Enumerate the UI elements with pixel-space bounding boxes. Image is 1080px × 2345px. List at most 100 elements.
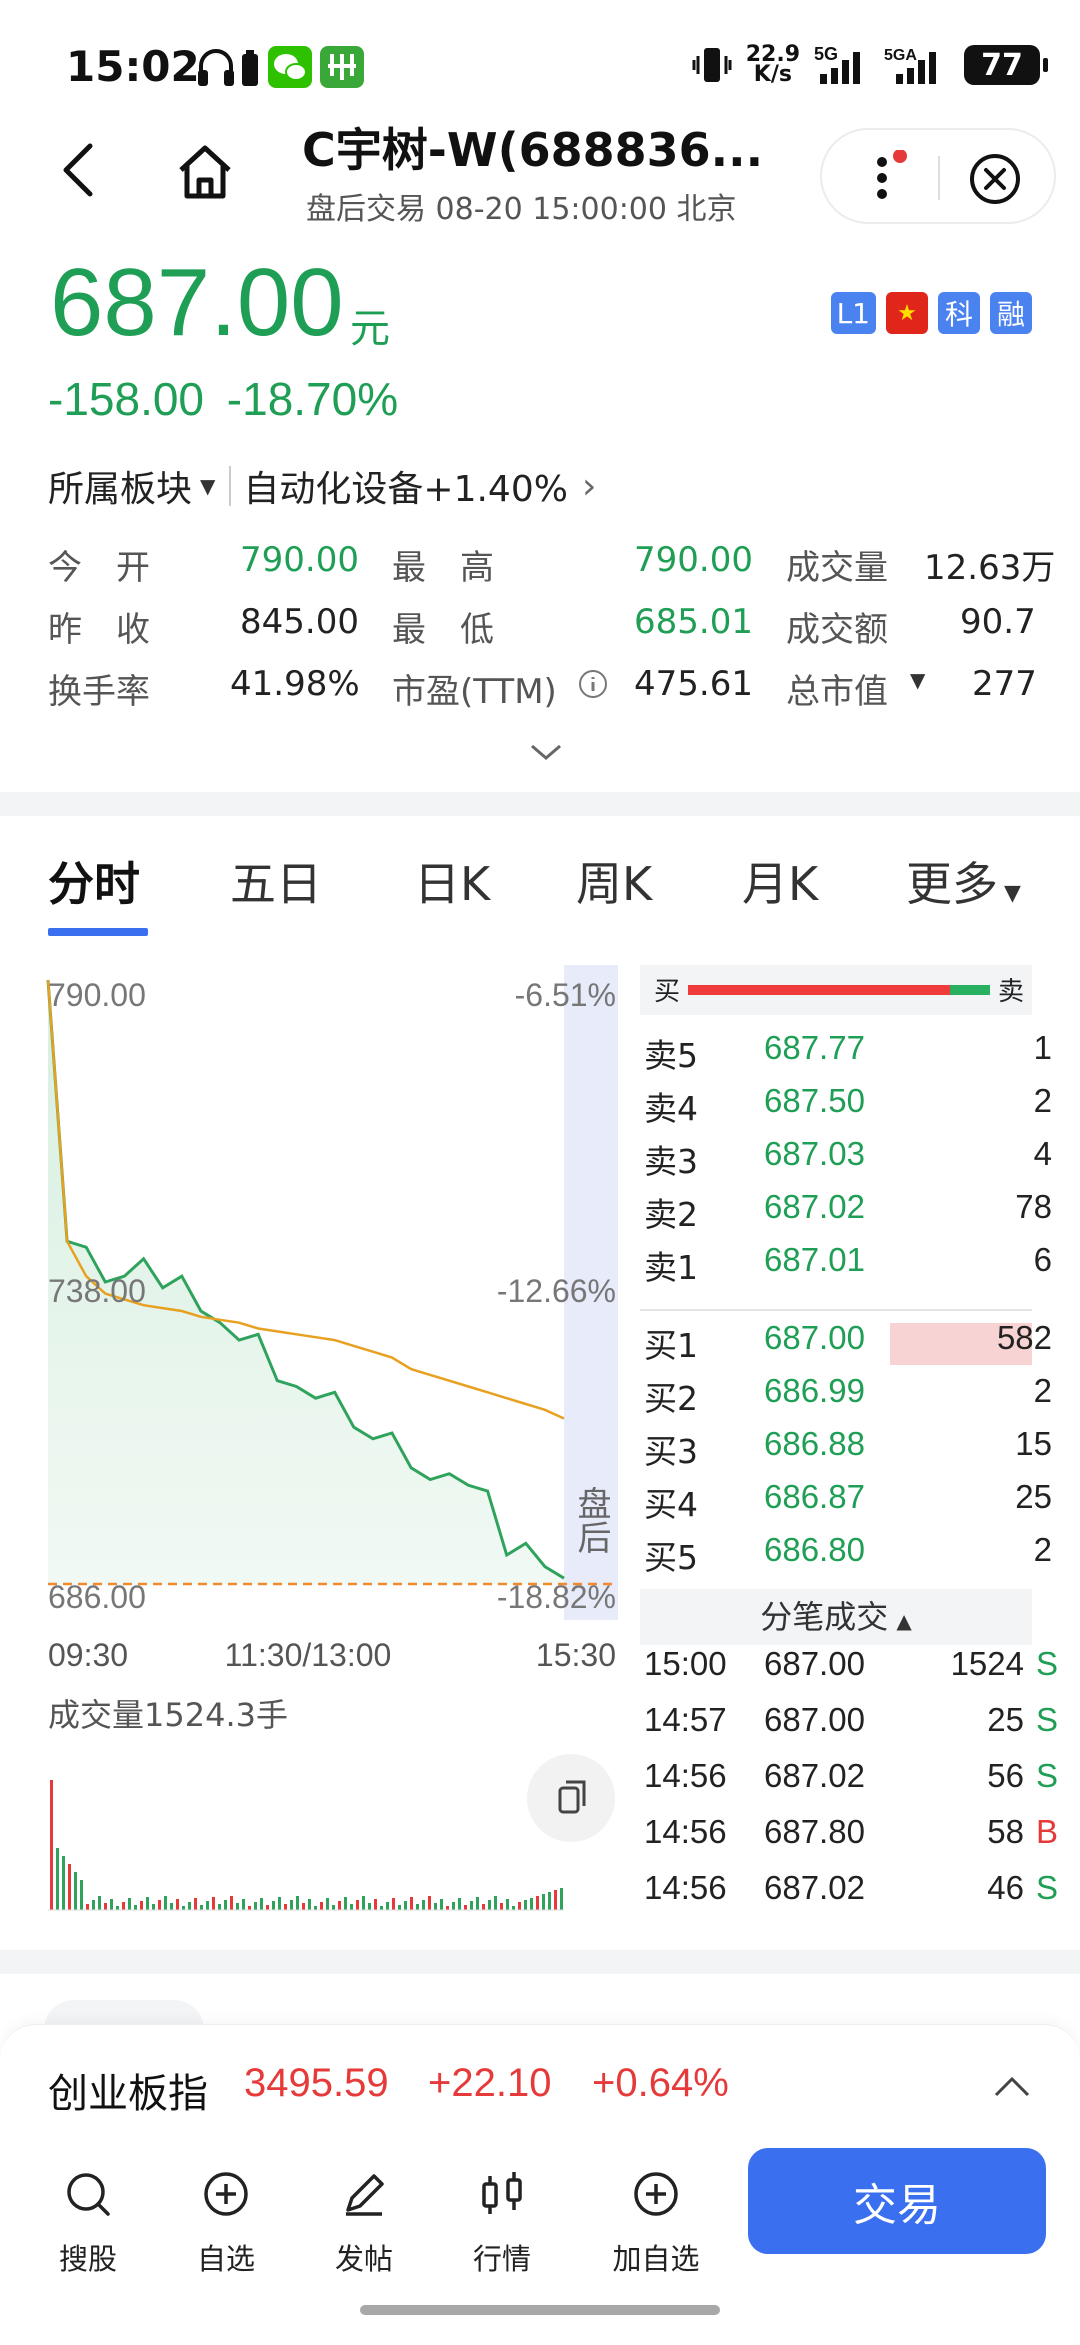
bid-label: 买5 — [644, 1538, 698, 1577]
bid-volume: 2 — [1033, 1372, 1052, 1409]
nav-watchlist[interactable]: 自选 — [166, 2144, 286, 2294]
stats-row-3: 换手率 41.98% 市盈(TTM) 475.61 总市值 ▼ 277 — [48, 664, 1048, 714]
volume-bar — [92, 1900, 95, 1910]
volume-bar — [422, 1900, 425, 1910]
volume-bar — [494, 1896, 497, 1910]
bid-volume: 2 — [1033, 1531, 1052, 1568]
tick-time: 14:56 — [644, 1813, 727, 1850]
amount-value: 90.7 — [960, 602, 1036, 642]
volume-bar — [224, 1900, 227, 1910]
ask-label: 卖5 — [644, 1036, 698, 1075]
add-circle-icon — [634, 2172, 678, 2216]
tab-daily-k[interactable]: 日K — [414, 848, 490, 914]
home-icon[interactable] — [175, 142, 235, 202]
sector-label[interactable]: 所属板块 — [48, 460, 192, 512]
bid-price: 686.88 — [764, 1425, 865, 1462]
volume-bar — [560, 1888, 563, 1910]
x-tick-mid: 11:30/13:00 — [225, 1637, 392, 1673]
expand-chevron-icon[interactable] — [528, 740, 564, 764]
nav-market-label: 行情 — [472, 2242, 531, 2276]
net-speed: 22.9 K/s — [745, 42, 800, 87]
trade-button[interactable]: 交易 — [748, 2148, 1046, 2254]
star-market-badge[interactable]: 科 — [938, 292, 980, 334]
ask-row: 卖4 687.50 2 — [640, 1082, 1060, 1134]
volume-label: 成交量1524.3手 — [48, 1696, 288, 1734]
signal-icon-2: 5GA — [884, 47, 936, 84]
back-icon[interactable] — [56, 140, 104, 200]
ask-label: 卖2 — [644, 1195, 698, 1234]
tab-monthly-k[interactable]: 月K — [742, 848, 818, 914]
index-ticker-bar[interactable]: 创业板指 3495.59 +22.10 +0.64% — [0, 2024, 1080, 2144]
volume-bar — [362, 1896, 365, 1910]
stock-header: C宇树-W(688836... 盘后交易 08-20 15:00:00 北京 — [0, 100, 1080, 240]
volume-bar — [272, 1901, 275, 1910]
volume-bar — [554, 1890, 557, 1910]
ask-price: 687.50 — [764, 1082, 865, 1119]
ask-volume: 1 — [1033, 1029, 1052, 1066]
copy-button[interactable] — [527, 1754, 615, 1842]
tick-time: 14:56 — [644, 1869, 727, 1906]
market-cap-value: 277 — [972, 664, 1037, 704]
nav-post[interactable]: 发帖 — [304, 2144, 424, 2294]
tick-trades-header[interactable]: 分笔成交 ▲ — [640, 1589, 1032, 1645]
caret-down-icon: ▼ — [200, 474, 216, 498]
volume-bar — [296, 1896, 299, 1910]
bid-label: 买2 — [644, 1379, 698, 1418]
ask-row: 卖5 687.77 1 — [640, 1029, 1060, 1081]
volume-bar — [128, 1898, 131, 1910]
volume-bar — [524, 1900, 527, 1910]
home-indicator[interactable] — [360, 2305, 720, 2315]
volume-bar — [212, 1897, 215, 1910]
nav-market[interactable]: 行情 — [442, 2144, 562, 2294]
price-unit: 元 — [350, 306, 390, 352]
volume-bar — [170, 1903, 173, 1910]
volume-bar — [482, 1904, 485, 1910]
volume-bar — [398, 1905, 401, 1910]
tick-row: 15:00 687.00 1524 S — [640, 1645, 1060, 1701]
volume-bar — [206, 1901, 209, 1910]
caret-down-icon: ▼ — [1004, 881, 1021, 906]
margin-badge[interactable]: 融 — [990, 292, 1032, 334]
volume-bar — [104, 1903, 107, 1910]
bid-row: 买3 686.88 15 — [640, 1425, 1060, 1477]
volume-bar — [386, 1902, 389, 1910]
bid-price: 686.80 — [764, 1531, 865, 1568]
volume-bar — [80, 1880, 83, 1910]
intraday-chart[interactable]: 790.00 738.00 686.00 -6.51% -12.66% -18.… — [0, 960, 640, 1920]
tab-five-day[interactable]: 五日 — [230, 848, 322, 914]
pct-tick-mid: -12.66% — [497, 1273, 616, 1309]
y-tick-mid: 738.00 — [48, 1273, 146, 1309]
volume-bar — [392, 1898, 395, 1910]
tab-more[interactable]: 更多 ▼ — [906, 848, 1021, 914]
volume-bar — [548, 1892, 551, 1910]
search-icon — [67, 2173, 110, 2216]
price-change: -158.00 -18.70% — [48, 372, 398, 426]
tick-price: 687.80 — [764, 1813, 865, 1850]
sector-row[interactable]: 所属板块 ▼ 自动化设备+1.40% › — [48, 460, 596, 512]
stock-badges: L1 ★ 科 融 — [830, 292, 1032, 334]
nav-search-label: 搜股 — [58, 2242, 117, 2276]
tab-intraday[interactable]: 分时 — [48, 848, 140, 914]
volume-bar — [350, 1904, 353, 1910]
volume-bar — [56, 1848, 59, 1910]
order-book-divider — [640, 1309, 1032, 1311]
y-tick-top: 790.00 — [48, 977, 146, 1013]
nav-search[interactable]: 搜股 — [28, 2144, 148, 2294]
level1-badge[interactable]: L1 — [830, 292, 876, 334]
tick-list[interactable]: 15:00 687.00 1524 S 14:57 687.00 25 S 14:56 687.0… — [640, 1645, 1060, 1915]
volume-bar — [236, 1903, 239, 1910]
ask-label: 卖3 — [644, 1142, 698, 1181]
index-name: 创业板指 — [48, 2071, 208, 2117]
close-icon[interactable] — [968, 152, 1022, 206]
stats-row-2: 昨 收 845.00 最 低 685.01 成交额 90.7 — [48, 602, 1048, 652]
tab-weekly-k[interactable]: 周K — [576, 848, 652, 914]
market-cap-label[interactable]: 总市值 — [786, 664, 888, 713]
sector-name[interactable]: 自动化设备+1.40% — [243, 460, 568, 512]
info-icon[interactable] — [578, 668, 608, 708]
volume-bar — [116, 1906, 119, 1910]
volume-bar — [446, 1906, 449, 1910]
volume-bar — [512, 1906, 515, 1910]
chevron-up-icon[interactable] — [992, 2075, 1032, 2099]
nav-add-watchlist[interactable]: 加自选 — [596, 2144, 716, 2294]
more-options-icon[interactable] — [862, 150, 912, 206]
